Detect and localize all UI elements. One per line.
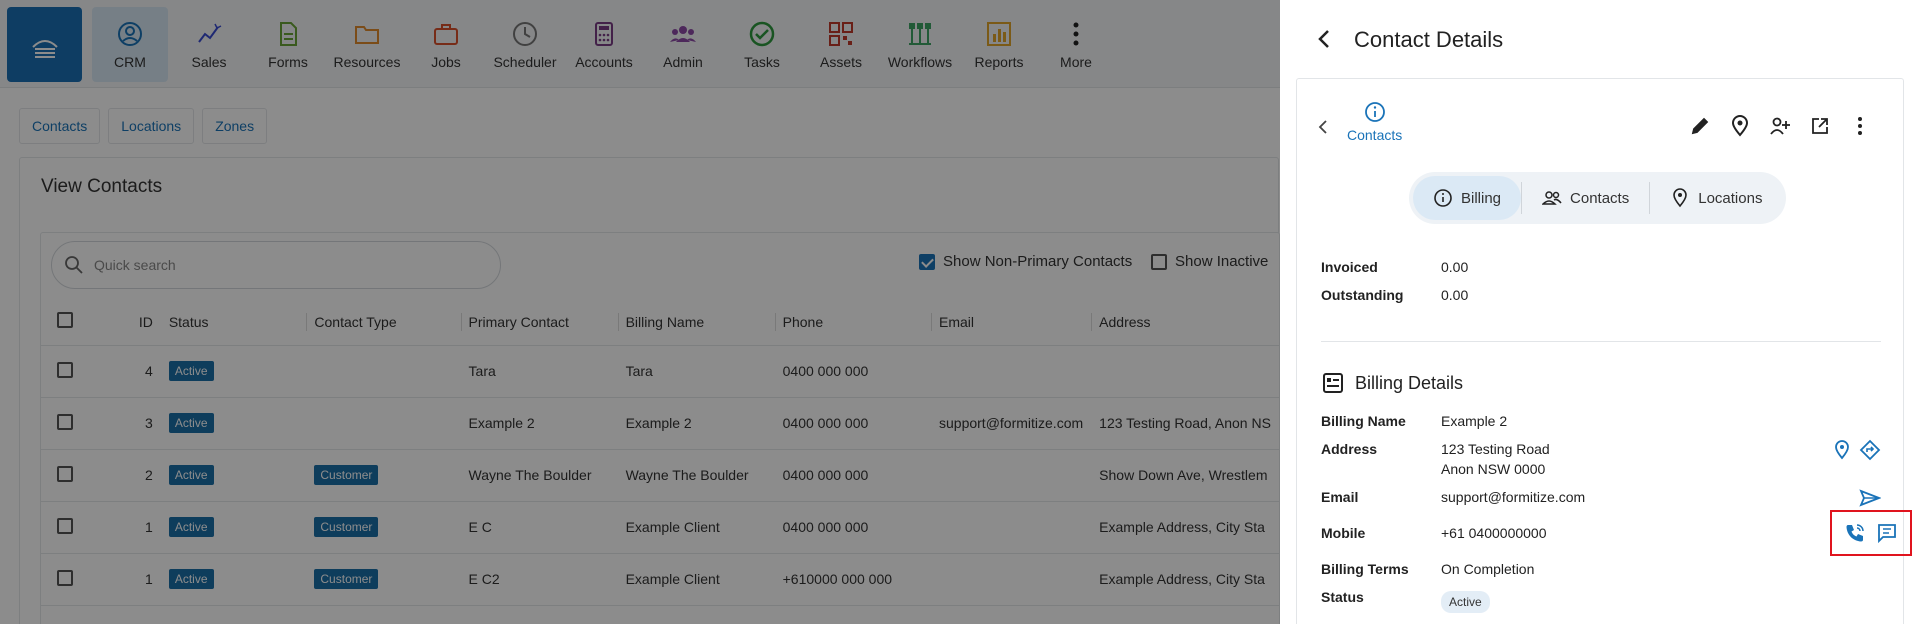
billing-details-title: Billing Details bbox=[1355, 372, 1464, 393]
address-label: Address bbox=[1321, 441, 1378, 457]
email-row: Email support@formitize.com bbox=[1321, 489, 1881, 509]
billing-name-label: Billing Name bbox=[1321, 413, 1406, 429]
invoiced-row: Invoiced 0.00 bbox=[1321, 259, 1881, 279]
tab-billing-label: Billing bbox=[1461, 189, 1502, 207]
billing-details-heading: Billing Details bbox=[1321, 371, 1463, 395]
contact-details-card: Contacts Billing Contacts Locations Invo… bbox=[1296, 78, 1912, 624]
pencil-icon bbox=[1691, 117, 1709, 135]
email-value: support@formitize.com bbox=[1441, 489, 1586, 505]
more-options-button[interactable] bbox=[1847, 113, 1873, 139]
status-row: Status Active bbox=[1321, 589, 1881, 613]
mobile-row: Mobile +61 0400000000 bbox=[1321, 525, 1881, 545]
message-icon bbox=[1878, 524, 1896, 544]
billing-name-value: Example 2 bbox=[1441, 413, 1508, 429]
address-line2: Anon NSW 0000 bbox=[1441, 461, 1546, 477]
address-map-button[interactable] bbox=[1829, 437, 1855, 463]
invoiced-value: 0.00 bbox=[1441, 259, 1469, 275]
person-add-icon bbox=[1770, 117, 1790, 135]
address-line1: 123 Testing Road bbox=[1441, 441, 1550, 457]
receipt-icon bbox=[1323, 373, 1343, 393]
billing-terms-label: Billing Terms bbox=[1321, 561, 1409, 577]
outstanding-label: Outstanding bbox=[1321, 287, 1404, 303]
chevron-left-icon[interactable] bbox=[1313, 117, 1333, 137]
drawer-title: Contact Details bbox=[1354, 27, 1504, 52]
tab-contacts-label: Contacts bbox=[1570, 189, 1630, 207]
map-pin-icon bbox=[1673, 188, 1688, 208]
edit-button[interactable] bbox=[1687, 113, 1713, 139]
map-pin-icon bbox=[1835, 440, 1849, 460]
more-vertical-icon bbox=[1858, 117, 1862, 135]
contacts-link-label: Contacts bbox=[1347, 127, 1403, 143]
status-label: Status bbox=[1321, 589, 1364, 605]
sms-button[interactable] bbox=[1874, 520, 1900, 546]
location-button[interactable] bbox=[1727, 113, 1753, 139]
directions-icon bbox=[1859, 439, 1881, 461]
mobile-label: Mobile bbox=[1321, 525, 1366, 541]
people-icon bbox=[1542, 191, 1562, 205]
status-pill: Active bbox=[1441, 591, 1490, 613]
map-pin-icon bbox=[1731, 115, 1749, 137]
billing-name-row: Billing Name Example 2 bbox=[1321, 413, 1881, 433]
email-label: Email bbox=[1321, 489, 1359, 505]
contacts-link[interactable]: Contacts bbox=[1347, 101, 1402, 143]
billing-terms-row: Billing Terms On Completion bbox=[1321, 561, 1881, 581]
invoiced-label: Invoiced bbox=[1321, 259, 1378, 275]
call-button[interactable] bbox=[1842, 520, 1868, 546]
send-email-button[interactable] bbox=[1857, 485, 1883, 511]
billing-terms-value: On Completion bbox=[1441, 561, 1535, 577]
tab-billing[interactable]: Billing bbox=[1413, 176, 1522, 220]
add-contact-button[interactable] bbox=[1767, 113, 1793, 139]
tab-locations-label: Locations bbox=[1698, 189, 1763, 207]
tab-locations[interactable]: Locations bbox=[1650, 176, 1782, 220]
status-value-wrap: Active bbox=[1441, 591, 1490, 613]
detail-tabs: Billing Contacts Locations bbox=[1409, 172, 1787, 224]
app-root: CRM Sales Forms Resources Jobs Scheduler… bbox=[0, 0, 1916, 624]
address-directions-button[interactable] bbox=[1857, 437, 1883, 463]
divider bbox=[1321, 341, 1881, 342]
back-arrow-icon[interactable] bbox=[1312, 26, 1338, 52]
card-toolbar bbox=[1687, 113, 1873, 139]
outstanding-row: Outstanding 0.00 bbox=[1321, 287, 1881, 307]
info-icon bbox=[1434, 189, 1452, 207]
send-icon bbox=[1859, 489, 1881, 507]
mobile-value: +61 0400000000 bbox=[1441, 525, 1547, 541]
external-link-icon bbox=[1812, 118, 1828, 134]
address-row: Address 123 Testing Road Anon NSW 0000 bbox=[1321, 441, 1881, 481]
modal-backdrop[interactable] bbox=[0, 0, 1280, 624]
phone-call-icon bbox=[1846, 524, 1864, 542]
contact-details-drawer: Contact Details Contacts Billing Contact… bbox=[1280, 0, 1916, 624]
info-icon bbox=[1364, 102, 1385, 122]
open-external-button[interactable] bbox=[1807, 113, 1833, 139]
tab-contacts[interactable]: Contacts bbox=[1522, 176, 1649, 220]
outstanding-value: 0.00 bbox=[1441, 287, 1469, 303]
